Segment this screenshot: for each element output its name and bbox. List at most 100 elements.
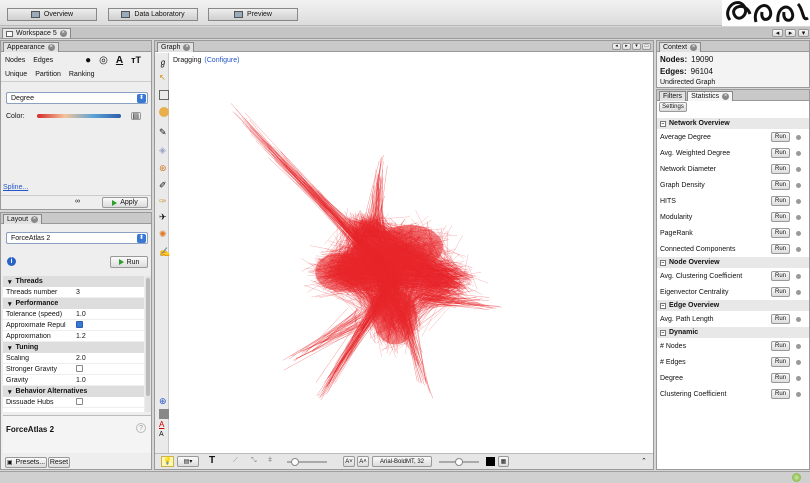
close-icon[interactable]: × xyxy=(690,43,698,51)
spline-link[interactable]: Spline... xyxy=(3,184,28,191)
data-laboratory-button[interactable]: Data Laboratory xyxy=(108,8,198,21)
report-icon[interactable] xyxy=(796,214,801,220)
report-icon[interactable] xyxy=(796,359,801,365)
property-value[interactable]: 2.0 xyxy=(73,355,144,362)
collapse-icon[interactable]: − xyxy=(660,120,666,127)
graph-canvas[interactable] xyxy=(170,67,654,455)
tab-nodes[interactable]: Nodes xyxy=(5,57,25,64)
run-statistic-button[interactable]: Run xyxy=(771,314,790,324)
property-value[interactable]: 1.0 xyxy=(73,311,144,318)
run-statistic-button[interactable]: Run xyxy=(771,373,790,383)
collapse-icon[interactable]: − xyxy=(660,329,666,336)
edge-scale-slider[interactable] xyxy=(287,458,327,466)
run-statistic-button[interactable]: Run xyxy=(771,180,790,190)
property-value[interactable]: 1.2 xyxy=(73,333,144,340)
brush-icon[interactable]: ✐ xyxy=(159,180,169,190)
color-gradient-bar[interactable] xyxy=(36,114,121,118)
tab-partition[interactable]: Partition xyxy=(35,71,61,78)
scroll-right-icon[interactable]: ▸ xyxy=(622,42,631,50)
label-color-swatch[interactable] xyxy=(486,457,495,466)
run-statistic-button[interactable]: Run xyxy=(771,228,790,238)
report-icon[interactable] xyxy=(796,182,801,188)
label-size-icon[interactable]: ᴛT xyxy=(131,55,141,65)
graph-tab[interactable]: Graph × xyxy=(157,41,195,52)
run-statistic-button[interactable]: Run xyxy=(771,341,790,351)
tab-ranking[interactable]: Ranking xyxy=(69,71,95,78)
slider-handle[interactable] xyxy=(291,458,299,466)
layout-algorithm-select[interactable]: ForceAtlas 2 ⬍ xyxy=(6,232,148,244)
help-icon[interactable]: ? xyxy=(136,423,146,433)
shortest-path-icon[interactable]: ⊛ xyxy=(159,163,169,173)
zoom-icon[interactable]: ⊕ xyxy=(159,396,169,406)
window-list-icon[interactable]: ▾ xyxy=(798,29,809,37)
report-icon[interactable] xyxy=(796,343,801,349)
report-icon[interactable] xyxy=(796,134,801,140)
slider-handle[interactable] xyxy=(455,458,463,466)
collapse-icon[interactable]: − xyxy=(660,302,666,309)
drag-icon[interactable] xyxy=(159,107,169,117)
painter-icon[interactable]: ✑ xyxy=(159,196,169,206)
report-icon[interactable] xyxy=(796,150,801,156)
window-list-icon[interactable]: ▾ xyxy=(632,42,641,50)
stats-group-header[interactable]: − Node Overview xyxy=(657,257,809,268)
property-value[interactable]: 1.0 xyxy=(73,377,144,384)
presets-button[interactable]: ▣ Presets... xyxy=(5,457,47,468)
edge-thickness-icon[interactable]: ⟋ xyxy=(233,457,238,465)
property-checkbox[interactable] xyxy=(76,364,83,372)
layout-tab[interactable]: Layout × xyxy=(3,213,43,224)
font-size-decrease-icon[interactable]: A˅ xyxy=(343,456,355,467)
font-size-icon[interactable]: A xyxy=(159,431,169,441)
tab-unique[interactable]: Unique xyxy=(5,71,27,78)
heatmap-icon[interactable]: ✺ xyxy=(159,229,169,239)
settings-button[interactable]: Settings xyxy=(659,102,687,112)
expand-toolbar-icon[interactable]: ⌃ xyxy=(641,457,647,465)
report-icon[interactable] xyxy=(796,289,801,295)
edge-mode-dropdown[interactable]: ▤▾ xyxy=(177,456,199,467)
scrollbar-thumb[interactable] xyxy=(146,278,150,396)
close-icon[interactable]: × xyxy=(31,215,39,223)
property-checkbox[interactable] xyxy=(76,320,83,328)
scroll-right-icon[interactable]: ▸ xyxy=(785,29,796,37)
maximize-icon[interactable]: ▭ xyxy=(642,42,651,50)
report-icon[interactable] xyxy=(796,166,801,172)
run-statistic-button[interactable]: Run xyxy=(771,164,790,174)
workspace-tab[interactable]: Workspace 5 × xyxy=(2,28,71,38)
color-palette-icon[interactable]: ● xyxy=(85,55,91,66)
pencil-icon[interactable]: ✎ xyxy=(159,127,169,137)
lightbulb-icon[interactable]: 💡 xyxy=(161,456,174,467)
overview-button[interactable]: Overview xyxy=(7,8,97,21)
property-value[interactable]: 3 xyxy=(73,289,144,296)
run-statistic-button[interactable]: Run xyxy=(771,196,790,206)
select-arrow-icon[interactable]: ↖ xyxy=(159,73,169,83)
report-icon[interactable] xyxy=(796,391,801,397)
edit-icon[interactable]: ✍ xyxy=(159,247,170,257)
close-icon[interactable]: × xyxy=(59,30,67,37)
run-statistic-button[interactable]: Run xyxy=(771,148,790,158)
collapse-triangle-icon[interactable]: ▾ xyxy=(8,300,12,308)
run-statistic-button[interactable]: Run xyxy=(771,357,790,367)
run-statistic-button[interactable]: Run xyxy=(771,287,790,297)
collapse-triangle-icon[interactable]: ▾ xyxy=(8,278,12,286)
stats-group-header[interactable]: − Edge Overview xyxy=(657,300,809,311)
appearance-tab[interactable]: Appearance × xyxy=(3,41,59,52)
stats-group-header[interactable]: − Network Overview xyxy=(657,118,809,129)
palette-button[interactable]: ▤ xyxy=(130,112,141,120)
label-size-slider[interactable] xyxy=(439,458,479,466)
info-icon[interactable]: i xyxy=(7,257,16,266)
property-checkbox[interactable] xyxy=(76,397,83,405)
edge-color-icon[interactable]: ⤡ xyxy=(251,457,257,465)
show-labels-icon[interactable]: T xyxy=(209,455,215,466)
property-section-header[interactable]: ▾ Performance xyxy=(3,298,144,309)
run-layout-button[interactable]: Run xyxy=(110,256,148,268)
reset-button[interactable]: Reset xyxy=(48,457,70,468)
close-icon[interactable]: × xyxy=(47,43,55,51)
run-statistic-button[interactable]: Run xyxy=(771,212,790,222)
scroll-left-icon[interactable]: ◂ xyxy=(772,29,783,37)
label-color-icon[interactable]: A xyxy=(116,55,123,66)
close-icon[interactable]: × xyxy=(183,43,191,51)
tab-filters[interactable]: Filters xyxy=(659,90,687,101)
property-section-header[interactable]: ▾ Threads xyxy=(3,276,144,287)
tab-statistics[interactable]: Statistics × xyxy=(687,90,734,101)
report-icon[interactable] xyxy=(796,273,801,279)
collapse-icon[interactable]: − xyxy=(660,259,666,266)
